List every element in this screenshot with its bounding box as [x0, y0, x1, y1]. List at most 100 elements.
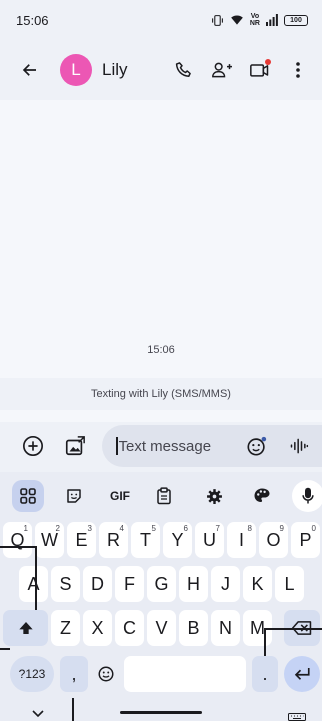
key-c[interactable]: C — [115, 610, 144, 646]
gallery-icon — [65, 436, 85, 456]
key-hint: 6 — [183, 524, 188, 533]
app-bar: L Lily — [0, 40, 322, 100]
key-hint: 5 — [151, 524, 156, 533]
conversation-area[interactable] — [0, 100, 322, 422]
emoji-button[interactable] — [242, 431, 272, 461]
signal-icon — [266, 14, 278, 26]
key-t[interactable]: T5 — [131, 522, 160, 558]
key-label: U — [203, 529, 216, 550]
text-cursor — [116, 437, 118, 455]
key-y[interactable]: Y6 — [163, 522, 192, 558]
key-e[interactable]: E3 — [67, 522, 96, 558]
key-b[interactable]: B — [179, 610, 208, 646]
key-label: I — [238, 529, 244, 550]
compose-bar — [0, 420, 322, 472]
key-label: T — [140, 529, 151, 550]
key-r[interactable]: R4 — [99, 522, 128, 558]
add-circle-icon — [23, 436, 43, 456]
key-hint: 9 — [279, 524, 284, 533]
messaging-screen: 15:06 Vo NR 100 L Lily 15:06 Texting wit… — [0, 0, 322, 721]
symbols-key[interactable]: ?123 — [10, 656, 54, 692]
volte-indicator: Vo NR — [250, 13, 260, 27]
status-bar: 15:06 Vo NR 100 — [0, 0, 322, 40]
key-n[interactable]: N — [211, 610, 240, 646]
contact-name[interactable]: Lily — [102, 60, 168, 80]
key-l[interactable]: L — [275, 566, 304, 602]
callout-line — [35, 546, 37, 610]
key-label: Y — [171, 529, 184, 550]
message-field[interactable] — [102, 425, 322, 467]
key-h[interactable]: H — [179, 566, 208, 602]
gear-icon — [206, 488, 222, 504]
microphone-icon — [302, 487, 314, 504]
key-hint: 2 — [55, 524, 60, 533]
add-person-button[interactable] — [206, 54, 238, 86]
status-time: 15:06 — [16, 12, 49, 28]
key-v[interactable]: V — [147, 610, 176, 646]
clipboard-icon — [157, 487, 171, 505]
emoji-key[interactable] — [92, 656, 120, 692]
hide-keyboard-button[interactable] — [32, 705, 44, 721]
app-bar-actions — [168, 54, 314, 86]
chevron-down-icon — [32, 710, 44, 718]
period-key[interactable]: . — [252, 656, 278, 692]
status-icons: Vo NR 100 — [211, 13, 308, 27]
contact-avatar[interactable]: L — [60, 54, 92, 86]
keyboard-settings-button[interactable] — [198, 480, 230, 512]
key-u[interactable]: U7 — [195, 522, 224, 558]
callout-line — [0, 546, 36, 548]
key-hint: 3 — [87, 524, 92, 533]
on-screen-keyboard: G I F Q 1 W 2 E 3 R 4 T 5 Y 6 U 7 I 8 O 9 … — [0, 472, 322, 721]
vibrate-icon — [211, 14, 223, 26]
gif-button[interactable]: GIF — [104, 480, 136, 512]
key-label: P — [299, 529, 312, 550]
sticker-button[interactable] — [58, 480, 90, 512]
key-o[interactable]: O9 — [259, 522, 288, 558]
volte-bottom-label: NR — [249, 20, 260, 27]
key-k[interactable]: K — [243, 566, 272, 602]
texting-with-banner: Texting with Lily (SMS/MMS) — [0, 378, 322, 410]
volte-top-label: Vo — [250, 13, 260, 20]
back-button[interactable] — [14, 54, 46, 86]
key-hint: 4 — [119, 524, 124, 533]
more-options-button[interactable] — [282, 54, 314, 86]
key-f[interactable]: F — [115, 566, 144, 602]
keyboard-switch-button[interactable] — [288, 708, 306, 721]
gallery-button[interactable] — [60, 431, 90, 461]
key-d[interactable]: D — [83, 566, 112, 602]
theme-button[interactable] — [246, 480, 278, 512]
callout-line — [264, 628, 266, 656]
enter-key[interactable] — [284, 656, 320, 692]
key-hint: 7 — [215, 524, 220, 533]
key-label: E — [75, 529, 88, 550]
shift-key[interactable] — [3, 610, 48, 646]
phone-icon — [175, 62, 191, 77]
emoji-key-icon — [98, 666, 114, 682]
key-z[interactable]: Z — [51, 610, 80, 646]
sticker-icon — [67, 489, 81, 503]
key-g[interactable]: G — [147, 566, 176, 602]
apps-grid-icon — [20, 488, 36, 504]
key-label: R — [107, 529, 120, 550]
key-j[interactable]: J — [211, 566, 240, 602]
key-x[interactable]: X — [83, 610, 112, 646]
key-w[interactable]: W2 — [35, 522, 64, 558]
space-bar[interactable] — [124, 656, 246, 692]
key-hint: 8 — [247, 524, 252, 533]
voice-typing-button[interactable] — [292, 480, 322, 512]
key-q[interactable]: Q1 — [3, 522, 32, 558]
call-button[interactable] — [168, 54, 200, 86]
message-input[interactable] — [118, 437, 239, 455]
video-call-button[interactable] — [244, 54, 276, 86]
comma-key[interactable]: , — [60, 656, 88, 692]
more-vert-icon — [296, 62, 300, 78]
key-i[interactable]: I8 — [227, 522, 256, 558]
key-a[interactable]: A — [19, 566, 48, 602]
clipboard-button[interactable] — [148, 480, 180, 512]
key-p[interactable]: P0 — [291, 522, 320, 558]
key-s[interactable]: S — [51, 566, 80, 602]
home-gesture-pill[interactable] — [120, 711, 202, 714]
voice-message-button[interactable] — [284, 431, 314, 461]
keyboard-apps-button[interactable] — [12, 480, 44, 512]
attach-button[interactable] — [18, 431, 48, 461]
